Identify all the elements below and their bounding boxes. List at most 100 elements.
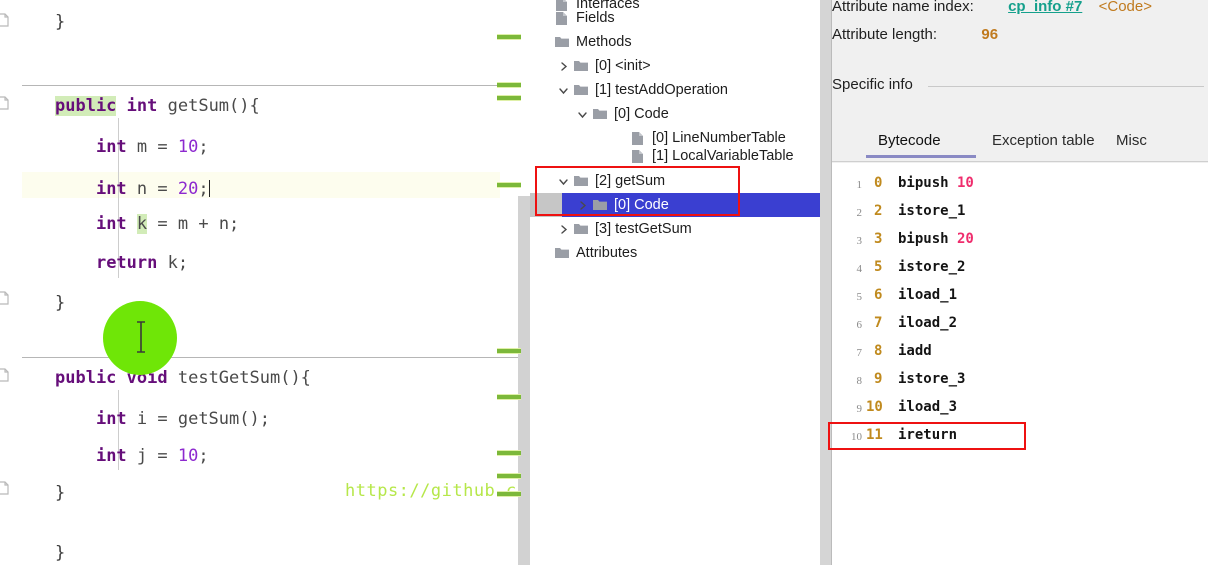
- bytecode-row[interactable]: 9 10 iload_3: [832, 397, 1208, 425]
- tree-row[interactable]: [0] <init>: [530, 54, 820, 78]
- editor-scrollbar-thumb[interactable]: [518, 196, 530, 565]
- bytecode-row[interactable]: 2 2 istore_1: [832, 201, 1208, 229]
- class-structure-tree[interactable]: Interfaces Fields Methods [0] <init> [1] tes…: [530, 0, 820, 565]
- code-line[interactable]: public void testGetSum(){: [55, 368, 311, 388]
- bytecode-listing[interactable]: 1 0 bipush 10 2 2 istore_1 3 3 bipush 20 4 5 istore…: [832, 163, 1208, 565]
- folder-icon: [592, 198, 608, 213]
- vcs-change-marker[interactable]: [497, 35, 521, 39]
- bytecode-opcode[interactable]: iadd: [898, 343, 932, 359]
- attribute-name-index-row: Attribute name index: cp_info #7 <Code>: [832, 0, 1152, 15]
- code-line[interactable]: }: [55, 545, 65, 562]
- code-fold-icon[interactable]: [0, 480, 10, 496]
- code-token: 20: [177, 179, 199, 199]
- bytecode-row[interactable]: 8 9 istore_3: [832, 369, 1208, 397]
- folder-icon: [554, 246, 570, 261]
- code-editor[interactable]: } public int getSum(){ int m = 10; int n …: [0, 0, 530, 565]
- bytecode-row[interactable]: 4 5 istore_2: [832, 257, 1208, 285]
- code-line[interactable]: int n = 20;: [55, 179, 210, 199]
- bytecode-opcode[interactable]: istore_1: [898, 203, 965, 219]
- tree-row[interactable]: [1] testAddOperation: [530, 78, 820, 102]
- chevron-right-icon[interactable]: [576, 199, 589, 212]
- code-fold-icon[interactable]: [0, 367, 10, 383]
- chevron-down-icon[interactable]: [557, 84, 570, 97]
- attribute-name-tag: <Code>: [1098, 0, 1153, 15]
- tab-exception-table[interactable]: Exception table: [992, 128, 1095, 154]
- chevron-down-icon[interactable]: [557, 175, 570, 188]
- tree-row[interactable]: [0] Code: [530, 102, 820, 126]
- chevron-right-icon[interactable]: [557, 223, 570, 236]
- code-token: public: [55, 96, 117, 116]
- bytecode-panel[interactable]: 1 0 bipush 10 2 2 istore_1 3 3 bipush 20 4 5 istore…: [828, 163, 1208, 565]
- vcs-change-marker[interactable]: [497, 83, 521, 87]
- tree-row-label: [1] testAddOperation: [595, 82, 728, 98]
- tree-row-label: [0] Code: [614, 197, 669, 213]
- attribute-length-row: Attribute length: 96: [832, 26, 998, 43]
- bytecode-line-number: 8: [856, 375, 863, 387]
- code-line[interactable]: return k;: [55, 253, 188, 273]
- vcs-change-marker[interactable]: [497, 492, 521, 496]
- bytecode-row[interactable]: 3 3 bipush 20: [832, 229, 1208, 257]
- code-line[interactable]: int j = 10;: [55, 446, 209, 466]
- cp-info-link[interactable]: cp_info #7: [1008, 0, 1082, 15]
- folder-icon: [592, 107, 608, 122]
- bytecode-opcode[interactable]: bipush 20: [898, 231, 974, 247]
- bytecode-offset: 7: [874, 315, 883, 331]
- bytecode-opcode[interactable]: istore_3: [898, 371, 965, 387]
- vcs-change-marker[interactable]: [497, 451, 521, 455]
- vcs-change-marker[interactable]: [497, 474, 521, 478]
- bytecode-offset: 3: [874, 231, 883, 247]
- bytecode-opcode[interactable]: iload_3: [898, 399, 957, 415]
- vcs-change-marker[interactable]: [497, 395, 521, 399]
- tree-row[interactable]: Fields: [530, 6, 820, 30]
- bytecode-opcode[interactable]: iload_2: [898, 315, 957, 331]
- chevron-down-icon[interactable]: [576, 108, 589, 121]
- bytecode-row[interactable]: 6 7 iload_2: [832, 313, 1208, 341]
- tree-row[interactable]: [1] LocalVariableTable: [530, 144, 820, 168]
- code-line[interactable]: int i = getSum();: [55, 411, 270, 428]
- code-token: = m + n;: [147, 214, 240, 234]
- code-token: return: [95, 253, 158, 273]
- code-line[interactable]: }: [55, 14, 65, 31]
- code-fold-icon[interactable]: [0, 95, 10, 111]
- vcs-change-marker[interactable]: [497, 183, 521, 187]
- specific-info-section-header: Specific info: [832, 76, 1208, 96]
- code-fold-icon[interactable]: [0, 12, 10, 28]
- bytecode-opcode[interactable]: iload_1: [898, 287, 957, 303]
- bytecode-offset: 2: [874, 203, 883, 219]
- tree-row[interactable]: Methods: [530, 30, 820, 54]
- code-line[interactable]: }: [55, 485, 65, 502]
- tree-row[interactable]: Attributes: [530, 241, 820, 265]
- bytecode-row[interactable]: 1 0 bipush 10: [832, 173, 1208, 201]
- code-line[interactable]: public int getSum(){: [55, 96, 260, 116]
- bytecode-row[interactable]: 7 8 iadd: [832, 341, 1208, 369]
- chevron-right-icon[interactable]: [557, 60, 570, 73]
- specific-info-tabs[interactable]: Bytecode Exception table Misc: [832, 128, 1208, 162]
- code-line[interactable]: int k = m + n;: [55, 214, 240, 234]
- code-token: ;: [198, 446, 209, 466]
- bytecode-opcode[interactable]: istore_2: [898, 259, 965, 275]
- tree-row[interactable]: [3] testGetSum: [530, 217, 820, 241]
- vcs-change-marker[interactable]: [497, 349, 521, 353]
- bytecode-line-number: 9: [856, 403, 863, 415]
- text-cursor-icon: [133, 320, 149, 354]
- tab-misc[interactable]: Misc: [1116, 128, 1147, 154]
- code-fold-icon[interactable]: [0, 290, 10, 306]
- tab-bytecode[interactable]: Bytecode: [878, 128, 941, 154]
- editor-gutter[interactable]: [0, 0, 22, 565]
- tabs-bottom-divider: [832, 161, 1208, 162]
- bytecode-row[interactable]: 5 6 iload_1: [832, 285, 1208, 313]
- vcs-change-marker[interactable]: [497, 96, 521, 100]
- code-token: public: [55, 368, 117, 388]
- code-line[interactable]: int m = 10;: [55, 137, 209, 157]
- bytecode-opcode[interactable]: bipush 10: [898, 175, 974, 191]
- code-token: int: [95, 179, 127, 199]
- code-line[interactable]: }: [55, 295, 65, 312]
- code-token: k: [136, 214, 148, 234]
- tree-row-label: [3] testGetSum: [595, 221, 692, 237]
